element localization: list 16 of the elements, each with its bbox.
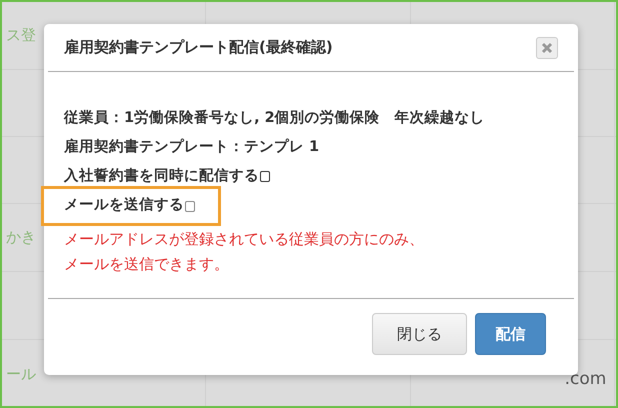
dialog-text: 従業員：1労働保険番号なし, 2個別の労働保険 年次繰越なし xyxy=(64,108,486,128)
table-cell-text: .com xyxy=(564,368,606,391)
send-button[interactable]: 配信 xyxy=(475,313,546,355)
notice-text: メールアドレスが登録されている従業員の方にのみ、 メールを送信できます。 xyxy=(64,229,425,275)
close-button[interactable] xyxy=(536,36,558,58)
table-cell-text: ール xyxy=(6,364,36,386)
checkbox-label: メールを送信する xyxy=(64,196,184,216)
checkbox[interactable] xyxy=(185,200,195,212)
close-icon xyxy=(541,42,553,54)
dialog-title: 雇用契約書テンプレート配信(最終確認) xyxy=(64,37,333,58)
checkbox[interactable] xyxy=(260,171,270,182)
table-cell-text: ス登 xyxy=(6,25,36,46)
checkbox-label: 入社誓約書を同時に配信する xyxy=(64,166,259,186)
dialog-text: 雇用契約書テンプレート：テンプレ 1 xyxy=(64,137,320,157)
table-cell-text: かき xyxy=(6,227,36,248)
close-dialog-button[interactable]: 閉じる xyxy=(372,313,467,355)
